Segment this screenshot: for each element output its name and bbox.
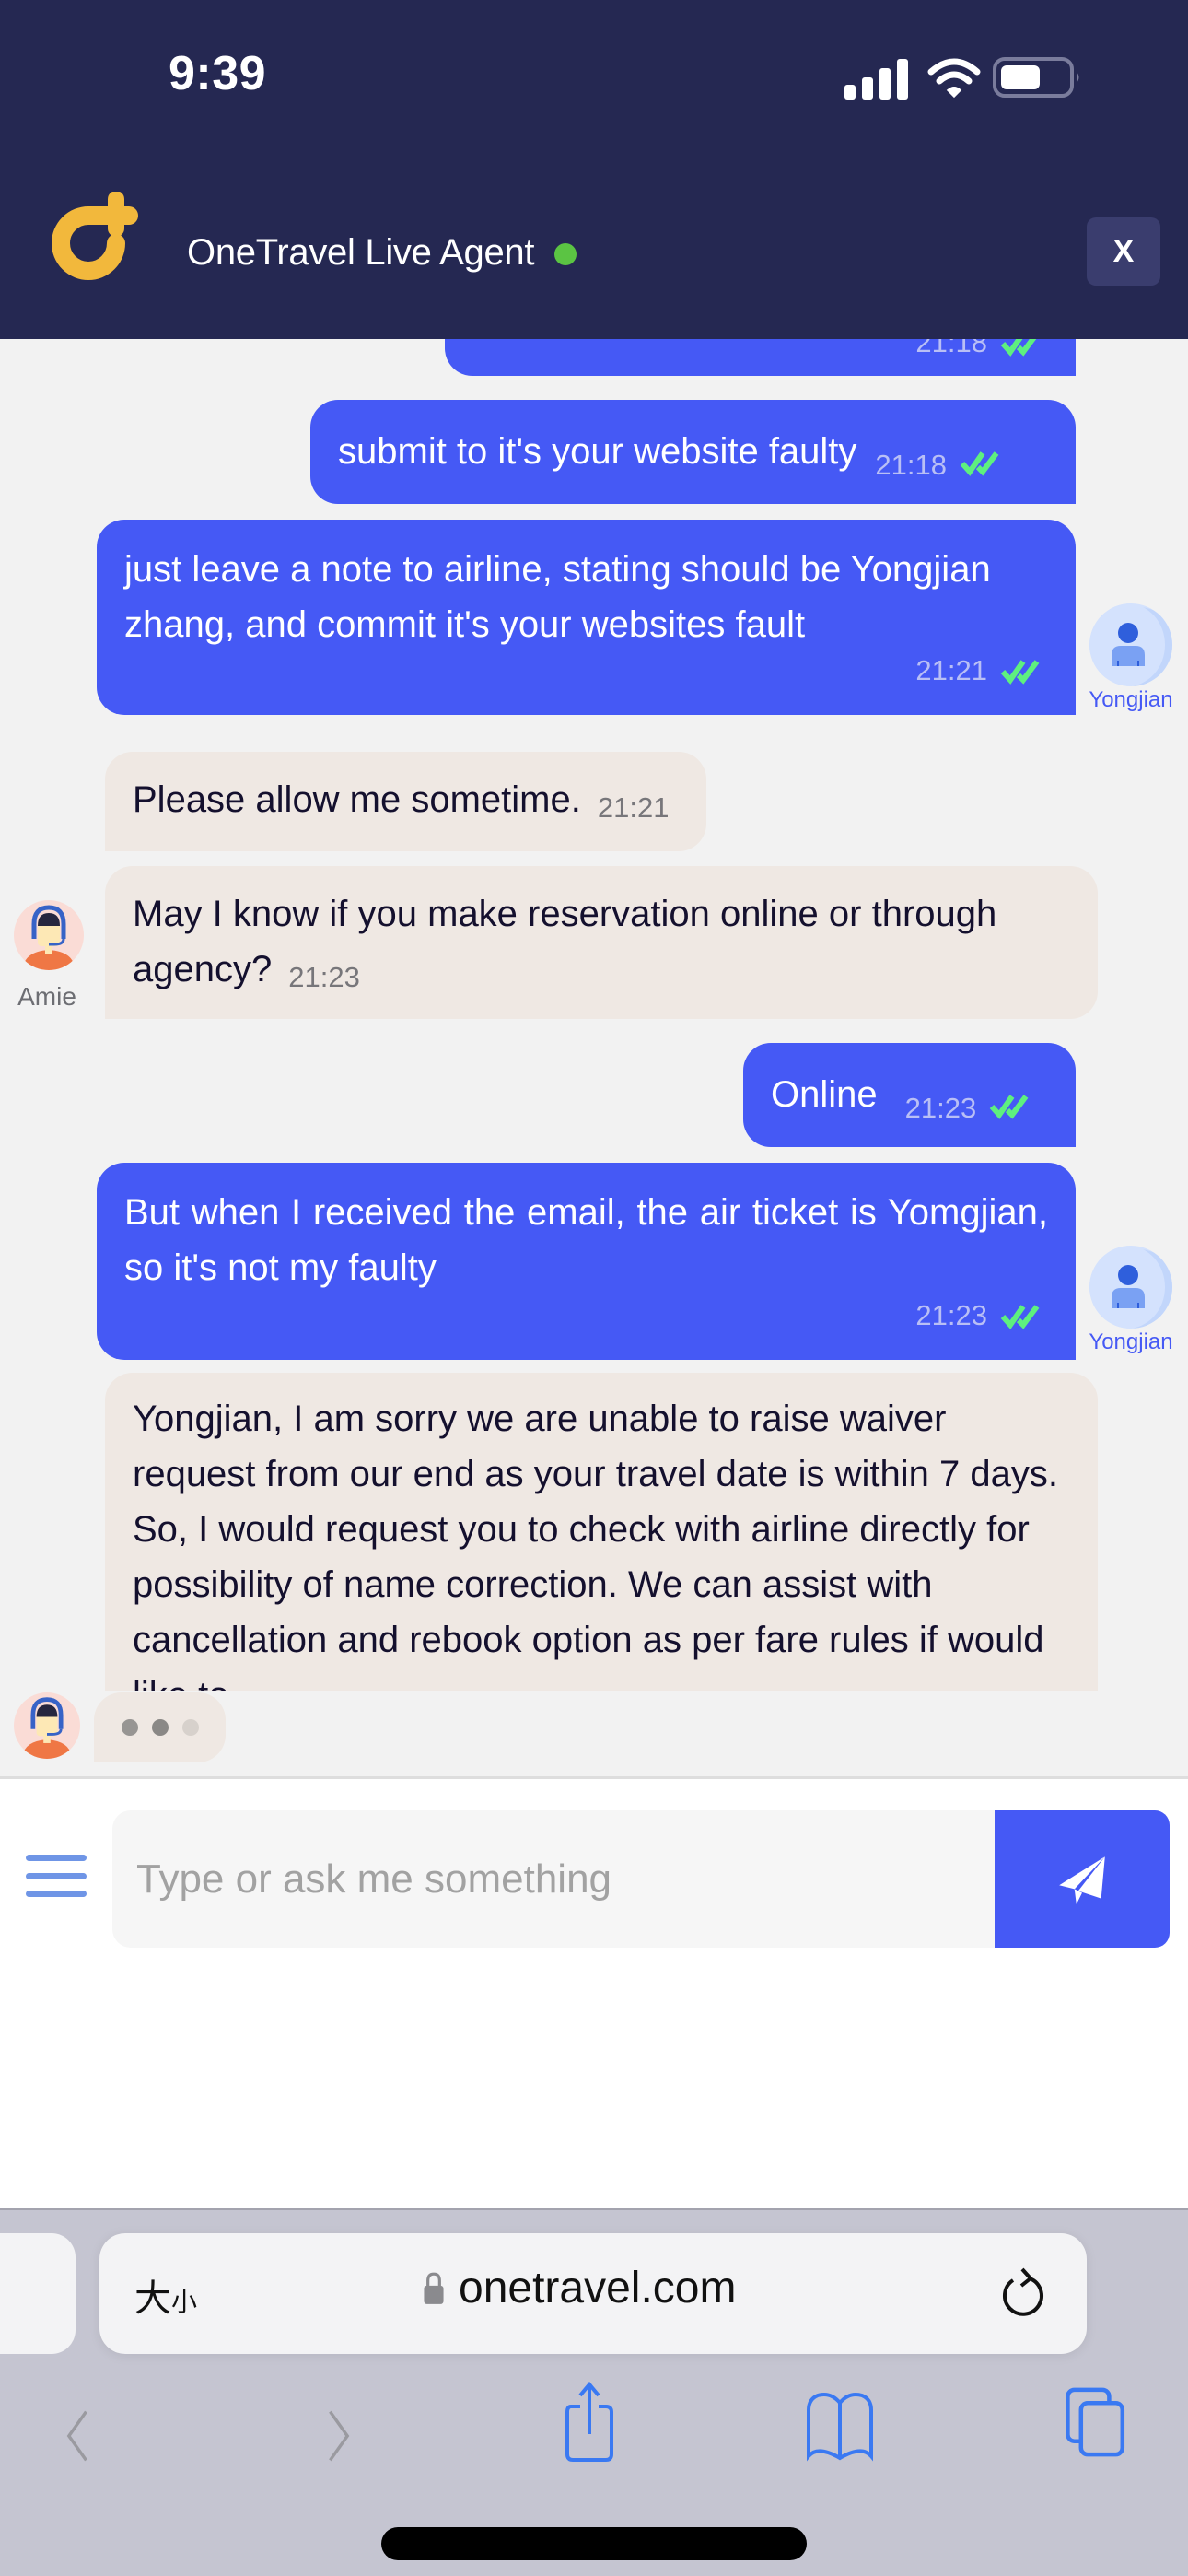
- reload-icon[interactable]: [996, 2266, 1050, 2323]
- user-avatar-icon: [1112, 623, 1145, 666]
- status-icons: [844, 57, 1079, 100]
- message-time: 21:18: [875, 449, 947, 481]
- status-time: 9:39: [169, 47, 267, 100]
- message-text: Online: [771, 1074, 878, 1115]
- typing-dot: [152, 1719, 169, 1736]
- message-time: 21:21: [915, 654, 987, 686]
- message-text: Yongjian, I am sorry we are unable to ra…: [133, 1399, 1058, 1691]
- tabs-icon[interactable]: [1059, 2385, 1133, 2459]
- online-status-dot: [554, 243, 577, 265]
- onetravel-logo: [52, 192, 138, 280]
- message-input[interactable]: [112, 1810, 996, 1948]
- user-avatar-name: Yongjian: [1089, 687, 1173, 712]
- agent-avatar: [14, 1692, 80, 1759]
- message-text: submit to it's your website faulty: [338, 431, 857, 472]
- url-text: onetravel.com: [459, 2264, 737, 2313]
- message-time: 21:21: [597, 791, 670, 824]
- message-bubble-user: 21:18: [445, 339, 1076, 376]
- agent-headset-avatar-icon: [22, 1697, 72, 1759]
- agent-avatar: [14, 900, 84, 970]
- back-icon[interactable]: [55, 2399, 101, 2473]
- chat-title: OneTravel Live Agent: [187, 231, 535, 273]
- message-bubble-user: just leave a note to airline, stating sh…: [97, 520, 1076, 715]
- read-checks-icon: [1000, 1305, 1040, 1329]
- user-avatar: [1089, 603, 1172, 686]
- battery-icon: [993, 57, 1079, 98]
- message-time: 21:23: [904, 1092, 977, 1124]
- wifi-icon: [927, 58, 981, 99]
- typing-indicator: [94, 1692, 226, 1762]
- send-button[interactable]: [995, 1810, 1170, 1948]
- message-text: just leave a note to airline, stating sh…: [124, 549, 991, 645]
- home-indicator[interactable]: [381, 2527, 807, 2560]
- chat-messages[interactable]: 21:18 submit to it's your website faulty…: [0, 339, 1188, 1778]
- hamburger-menu-icon[interactable]: [26, 1855, 87, 1897]
- message-text: May I know if you make reservation onlin…: [133, 894, 997, 989]
- message-bubble-user: Online 21:23: [743, 1043, 1076, 1147]
- message-bubble-user: submit to it's your website faulty 21:18: [310, 400, 1076, 504]
- read-checks-icon: [960, 451, 999, 476]
- agent-avatar-name: Amie: [17, 982, 76, 1011]
- typing-dot: [182, 1719, 199, 1736]
- agent-headset-avatar-icon: [23, 905, 75, 970]
- read-checks-icon: [989, 1095, 1029, 1119]
- read-checks-icon: [1000, 660, 1040, 685]
- message-text: But when I received the email, the air t…: [124, 1192, 1048, 1288]
- address-bar[interactable]: 大小 onetravel.com: [99, 2233, 1087, 2354]
- text-size-button[interactable]: 大小: [134, 2268, 197, 2322]
- user-avatar-name: Yongjian: [1089, 1329, 1173, 1354]
- previous-tab-peek[interactable]: [0, 2233, 76, 2354]
- user-avatar: [1089, 1246, 1172, 1329]
- message-time: 21:23: [915, 1299, 987, 1331]
- share-icon[interactable]: [557, 2381, 622, 2462]
- paper-plane-icon: [1059, 1856, 1105, 1904]
- close-chat-button[interactable]: X: [1087, 217, 1160, 286]
- user-avatar-icon: [1112, 1265, 1145, 1308]
- typing-dot: [122, 1719, 138, 1736]
- bookmarks-icon[interactable]: [803, 2390, 877, 2464]
- chat-header: 9:39 OneTravel Live Agent X: [0, 0, 1188, 339]
- signal-icon: [844, 59, 908, 100]
- browser-toolbar: 大小 onetravel.com: [0, 2208, 1188, 2576]
- read-checks-icon: [1000, 339, 1037, 357]
- message-time: 21:18: [915, 339, 987, 358]
- forward-icon[interactable]: [315, 2399, 361, 2473]
- message-bubble-user: But when I received the email, the air t…: [97, 1163, 1076, 1360]
- lock-icon: [424, 2272, 444, 2304]
- message-bubble-agent: May I know if you make reservation onlin…: [105, 866, 1098, 1019]
- message-bubble-agent: Please allow me sometime. 21:21: [105, 752, 706, 851]
- message-time: 21:23: [288, 961, 360, 993]
- message-bubble-agent: Yongjian, I am sorry we are unable to ra…: [105, 1373, 1098, 1691]
- message-composer: [0, 1776, 1188, 2208]
- message-text: Please allow me sometime.: [133, 779, 581, 820]
